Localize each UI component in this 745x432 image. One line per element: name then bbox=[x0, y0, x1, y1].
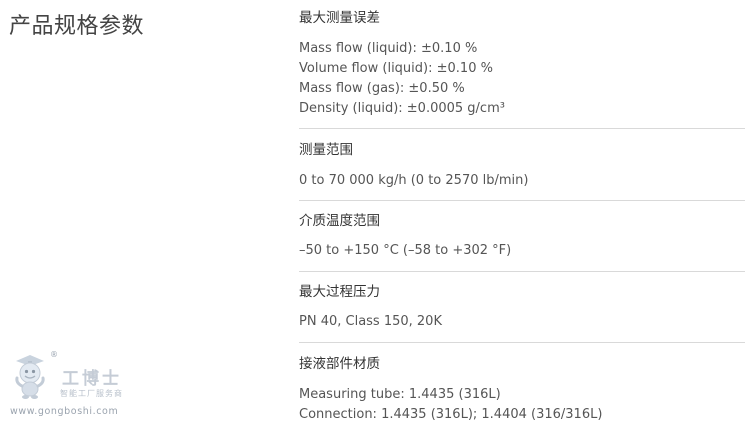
spec-values: –50 to +150 °C (–58 to +302 °F) bbox=[299, 241, 745, 261]
spec-line: PN 40, Class 150, 20K bbox=[299, 314, 442, 329]
spec-heading: 介质温度范围 bbox=[299, 213, 380, 229]
spec-section-max-error: 最大测量误差 Mass flow (liquid): ±0.10 % Volum… bbox=[299, 0, 745, 129]
watermark-logo: ® 工博士 智能工厂服务商 www.gongboshi.com bbox=[6, 350, 146, 422]
spec-line: Connection: 1.4435 (316L); 1.4404 (316/3… bbox=[299, 407, 603, 422]
spec-section-medium-temperature: 介质温度范围 –50 to +150 °C (–58 to +302 °F) bbox=[299, 201, 745, 272]
spec-line: Mass flow (liquid): ±0.10 % bbox=[299, 41, 478, 56]
spec-heading: 最大过程压力 bbox=[299, 284, 380, 300]
brand-name: 工博士 bbox=[62, 369, 122, 389]
spec-line: Measuring tube: 1.4435 (316L) bbox=[299, 387, 501, 402]
spec-list: 最大测量误差 Mass flow (liquid): ±0.10 % Volum… bbox=[299, 0, 745, 425]
registered-mark: ® bbox=[50, 350, 58, 359]
brand-url: www.gongboshi.com bbox=[10, 406, 119, 417]
brand-tagline: 智能工厂服务商 bbox=[60, 389, 123, 398]
spec-line: 0 to 70 000 kg/h (0 to 2570 lb/min) bbox=[299, 173, 529, 188]
spec-values: Measuring tube: 1.4435 (316L) Connection… bbox=[299, 385, 745, 425]
mascot-icon bbox=[15, 355, 45, 399]
spec-heading: 测量范围 bbox=[299, 142, 353, 158]
spec-heading: 最大测量误差 bbox=[299, 10, 380, 26]
spec-line: –50 to +150 °C (–58 to +302 °F) bbox=[299, 243, 512, 258]
spec-values: Mass flow (liquid): ±0.10 % Volume flow … bbox=[299, 39, 745, 119]
spec-line: Volume flow (liquid): ±0.10 % bbox=[299, 61, 493, 76]
spec-line: Mass flow (gas): ±0.50 % bbox=[299, 81, 465, 96]
spec-heading: 接液部件材质 bbox=[299, 356, 380, 372]
spec-values: PN 40, Class 150, 20K bbox=[299, 312, 745, 332]
spec-section-wetted-materials: 接液部件材质 Measuring tube: 1.4435 (316L) Con… bbox=[299, 343, 745, 425]
page-title: 产品规格参数 bbox=[9, 14, 145, 39]
spec-line: Density (liquid): ±0.0005 g/cm³ bbox=[299, 101, 505, 116]
spec-values: 0 to 70 000 kg/h (0 to 2570 lb/min) bbox=[299, 171, 745, 191]
spec-section-measuring-range: 测量范围 0 to 70 000 kg/h (0 to 2570 lb/min) bbox=[299, 129, 745, 201]
spec-section-max-process-pressure: 最大过程压力 PN 40, Class 150, 20K bbox=[299, 272, 745, 343]
